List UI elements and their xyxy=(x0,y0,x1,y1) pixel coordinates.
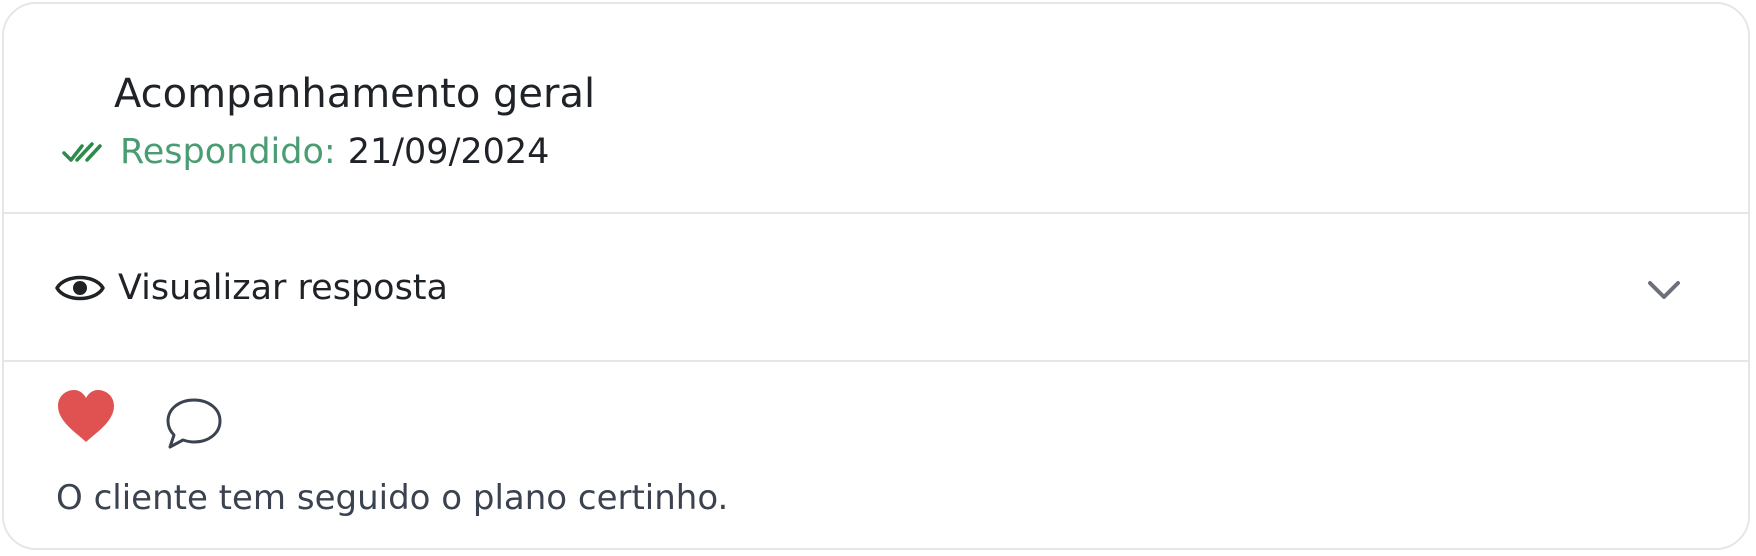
status-label: Respondido: xyxy=(120,132,336,172)
card-footer: O cliente tem seguido o plano certinho. xyxy=(4,362,1748,548)
heart-icon[interactable] xyxy=(54,386,118,450)
card-header: Acompanhamento geral Respondido: 21/09/2… xyxy=(4,4,1748,214)
comment-text: O cliente tem seguido o plano certinho. xyxy=(56,478,729,518)
answer-card: Acompanhamento geral Respondido: 21/09/2… xyxy=(2,2,1750,550)
card-title: Acompanhamento geral xyxy=(114,71,596,117)
view-answer-label: Visualizar resposta xyxy=(118,268,448,308)
status-row: Respondido: 21/09/2024 xyxy=(60,130,549,174)
view-answer-toggle[interactable]: Visualizar resposta xyxy=(4,214,1748,362)
comment-icon[interactable] xyxy=(162,392,226,456)
chevron-down-icon[interactable] xyxy=(1644,270,1684,310)
eye-icon xyxy=(55,275,105,301)
double-check-icon xyxy=(62,142,102,162)
status-date: 21/09/2024 xyxy=(347,132,550,172)
